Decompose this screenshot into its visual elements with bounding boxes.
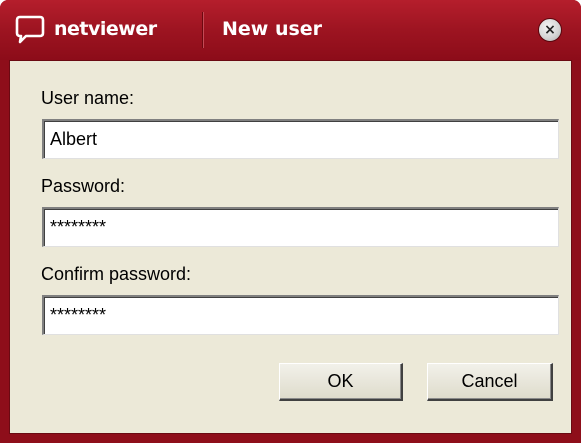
- dialog-title: New user: [222, 18, 323, 40]
- title-bar[interactable]: netviewer New user ×: [0, 0, 581, 60]
- username-label: User name:: [41, 88, 135, 108]
- logo-text: netviewer: [54, 18, 157, 40]
- ok-button[interactable]: OK: [279, 363, 403, 401]
- new-user-dialog: netviewer New user × User name: Password…: [0, 0, 581, 443]
- title-separator: [202, 12, 204, 48]
- cancel-button[interactable]: Cancel: [427, 363, 553, 401]
- speech-bubble-icon: [14, 14, 46, 44]
- cancel-button-label: Cancel: [461, 371, 518, 391]
- password-field[interactable]: [42, 207, 559, 247]
- dialog-body: User name: Password: Confirm password: O…: [9, 60, 572, 434]
- confirm-password-field[interactable]: [42, 295, 559, 335]
- confirm-password-label: Confirm password:: [41, 264, 192, 284]
- close-icon: ×: [544, 22, 556, 38]
- close-button[interactable]: ×: [538, 18, 562, 42]
- username-field[interactable]: [42, 119, 559, 159]
- ok-button-label: OK: [327, 371, 354, 391]
- netviewer-logo: netviewer: [14, 14, 157, 44]
- password-label: Password:: [41, 176, 126, 196]
